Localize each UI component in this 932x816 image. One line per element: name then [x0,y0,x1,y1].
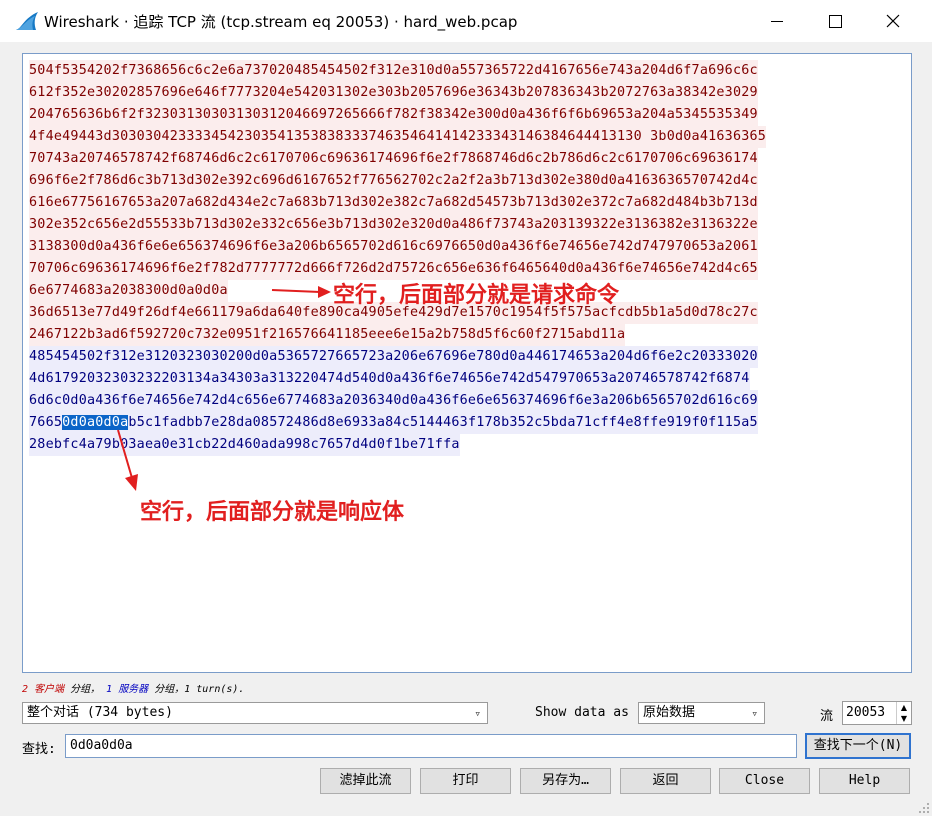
response-header-tail: 7665 [29,415,63,430]
close-button[interactable]: Close [719,768,810,794]
minimize-icon [771,20,783,22]
stream-line: 504f5354202f7368656c6c2e6a73702048545450… [29,60,909,82]
stream-label: 流 [820,709,834,724]
request-annotation: 空行，后面部分就是请求命令 [333,283,620,308]
response-body: b5c1fadbb7e28da08572486d8e6933a84c514446… [128,415,758,430]
client-label: 客户端 [34,684,65,695]
show-data-as-select[interactable]: 原始数据 ▿ [638,702,765,724]
chevron-down-icon: ▿ [751,707,758,720]
spin-up-icon[interactable]: ▲ [896,702,911,713]
stream-line: 6d6c0d0a436f6e74656e742d4c656e6774683a20… [29,390,909,412]
stream-line: 616e67756167653a207a682d434e2c7a683b713d… [29,192,909,214]
follow-tcp-stream-window: Wireshark · 追踪 TCP 流 (tcp.stream eq 2005… [0,0,932,816]
request-data: 616e67756167653a207a682d434e2c7a683b713d… [29,192,758,214]
conversation-select-value: 整个对话 (734 bytes) [27,705,173,720]
request-data: 302e352c656e2d55533b713d302e332c656e3b71… [29,214,758,236]
response-body: 28ebfc4a79b03aea0e31cb22d460ada998c7657d… [29,434,460,456]
stream-line: 70743a20746578742f68746d6c2c6170706c6963… [29,148,909,170]
stats-text: 分组， [70,684,101,695]
spin-down-icon[interactable]: ▼ [896,713,911,724]
stats-text: 分组，1 turn(s). [154,684,245,695]
stream-line: 76650d0a0d0ab5c1fadbb7e28da08572486d8e69… [29,412,909,434]
resize-grip-icon[interactable] [918,802,930,814]
stream-line: 4d61792032303232203134a34303a313220474d5… [29,368,909,390]
request-body: 2467122b3ad6f592720c732e0951f21657664118… [29,324,626,346]
stream-line: 4f4e49443d303030423333454230354135383833… [29,126,909,148]
response-data: 4d61792032303232203134a34303a313220474d5… [29,368,750,390]
stream-number-value: 20053 [846,705,886,720]
response-data: 76650d0a0d0ab5c1fadbb7e28da08572486d8e69… [29,412,758,434]
request-data: 3138300d0a436f6e6e656374696f6e3a206b6565… [29,236,758,258]
stream-line: 612f352e30202857696e646f7773204e54203130… [29,82,909,104]
maximize-icon [828,14,842,28]
stream-line: 302e352c656e2d55533b713d302e332c656e3b71… [29,214,909,236]
back-button[interactable]: 返回 [620,768,711,794]
title-bar: Wireshark · 追踪 TCP 流 (tcp.stream eq 2005… [0,0,932,42]
stream-line: 2467122b3ad6f592720c732e0951f21657664118… [29,324,909,346]
conversation-select[interactable]: 整个对话 (734 bytes) ▿ [22,702,488,724]
client-count: 2 [22,684,29,695]
response-data: 6d6c0d0a436f6e74656e742d4c656e6774683a20… [29,390,758,412]
request-data: 696f6e2f786d6c3b713d302e392c696d6167652f… [29,170,758,192]
close-window-button[interactable] [870,0,916,42]
server-label: 服务器 [118,684,149,695]
stream-line: 204765636b6f2f32303130303130312046697265… [29,104,909,126]
stream-content-pane[interactable]: 504f5354202f7368656c6c2e6a73702048545450… [22,53,912,673]
stream-line: 696f6e2f786d6c3b713d302e392c696d6167652f… [29,170,909,192]
stream-line: 28ebfc4a79b03aea0e31cb22d460ada998c7657d… [29,434,909,456]
request-data: 612f352e30202857696e646f7773204e54203130… [29,82,758,104]
show-data-as-label: Show data as [535,705,629,720]
response-annotation: 空行，后面部分就是响应体 [140,500,405,525]
server-count: 1 [106,684,113,695]
show-data-as-value: 原始数据 [643,705,696,720]
search-match-highlight: 0d0a0d0a [62,415,129,430]
stream-line: 3138300d0a436f6e6e656374696f6e3a206b6565… [29,236,909,258]
stream-text[interactable]: 504f5354202f7368656c6c2e6a73702048545450… [29,60,909,456]
request-data: 70743a20746578742f68746d6c2c6170706c6963… [29,148,758,170]
stream-line: 485454502f312e3120323030200d0a5365727665… [29,346,909,368]
filter-out-stream-button[interactable]: 滤掉此流 [320,768,411,794]
maximize-button[interactable] [812,0,858,42]
find-label: 查找: [22,742,56,757]
request-header-end: 6e6774683a2038300d0a0d0a [29,280,228,302]
print-button[interactable]: 打印 [420,768,511,794]
response-data: 485454502f312e3120323030200d0a5365727665… [29,346,758,368]
close-icon [886,14,900,28]
save-as-button[interactable]: 另存为… [520,768,611,794]
stream-stats: 2 客户端 分组， 1 服务器 分组，1 turn(s). [22,680,244,695]
request-data: 4f4e49443d303030423333454230354135383833… [29,126,767,148]
help-button[interactable]: Help [819,768,910,794]
window-title: Wireshark · 追踪 TCP 流 (tcp.stream eq 2005… [44,13,518,31]
find-next-button[interactable]: 查找下一个(N) [805,733,911,759]
stream-number-spinbox[interactable]: 20053 ▲ ▼ [842,701,912,725]
wireshark-fin-icon [16,12,38,30]
find-input[interactable]: 0d0a0d0a [65,734,797,758]
request-data: 204765636b6f2f32303130303130312046697265… [29,104,758,126]
minimize-button[interactable] [754,0,800,42]
chevron-down-icon: ▿ [474,707,481,720]
request-data: 504f5354202f7368656c6c2e6a73702048545450… [29,60,758,82]
